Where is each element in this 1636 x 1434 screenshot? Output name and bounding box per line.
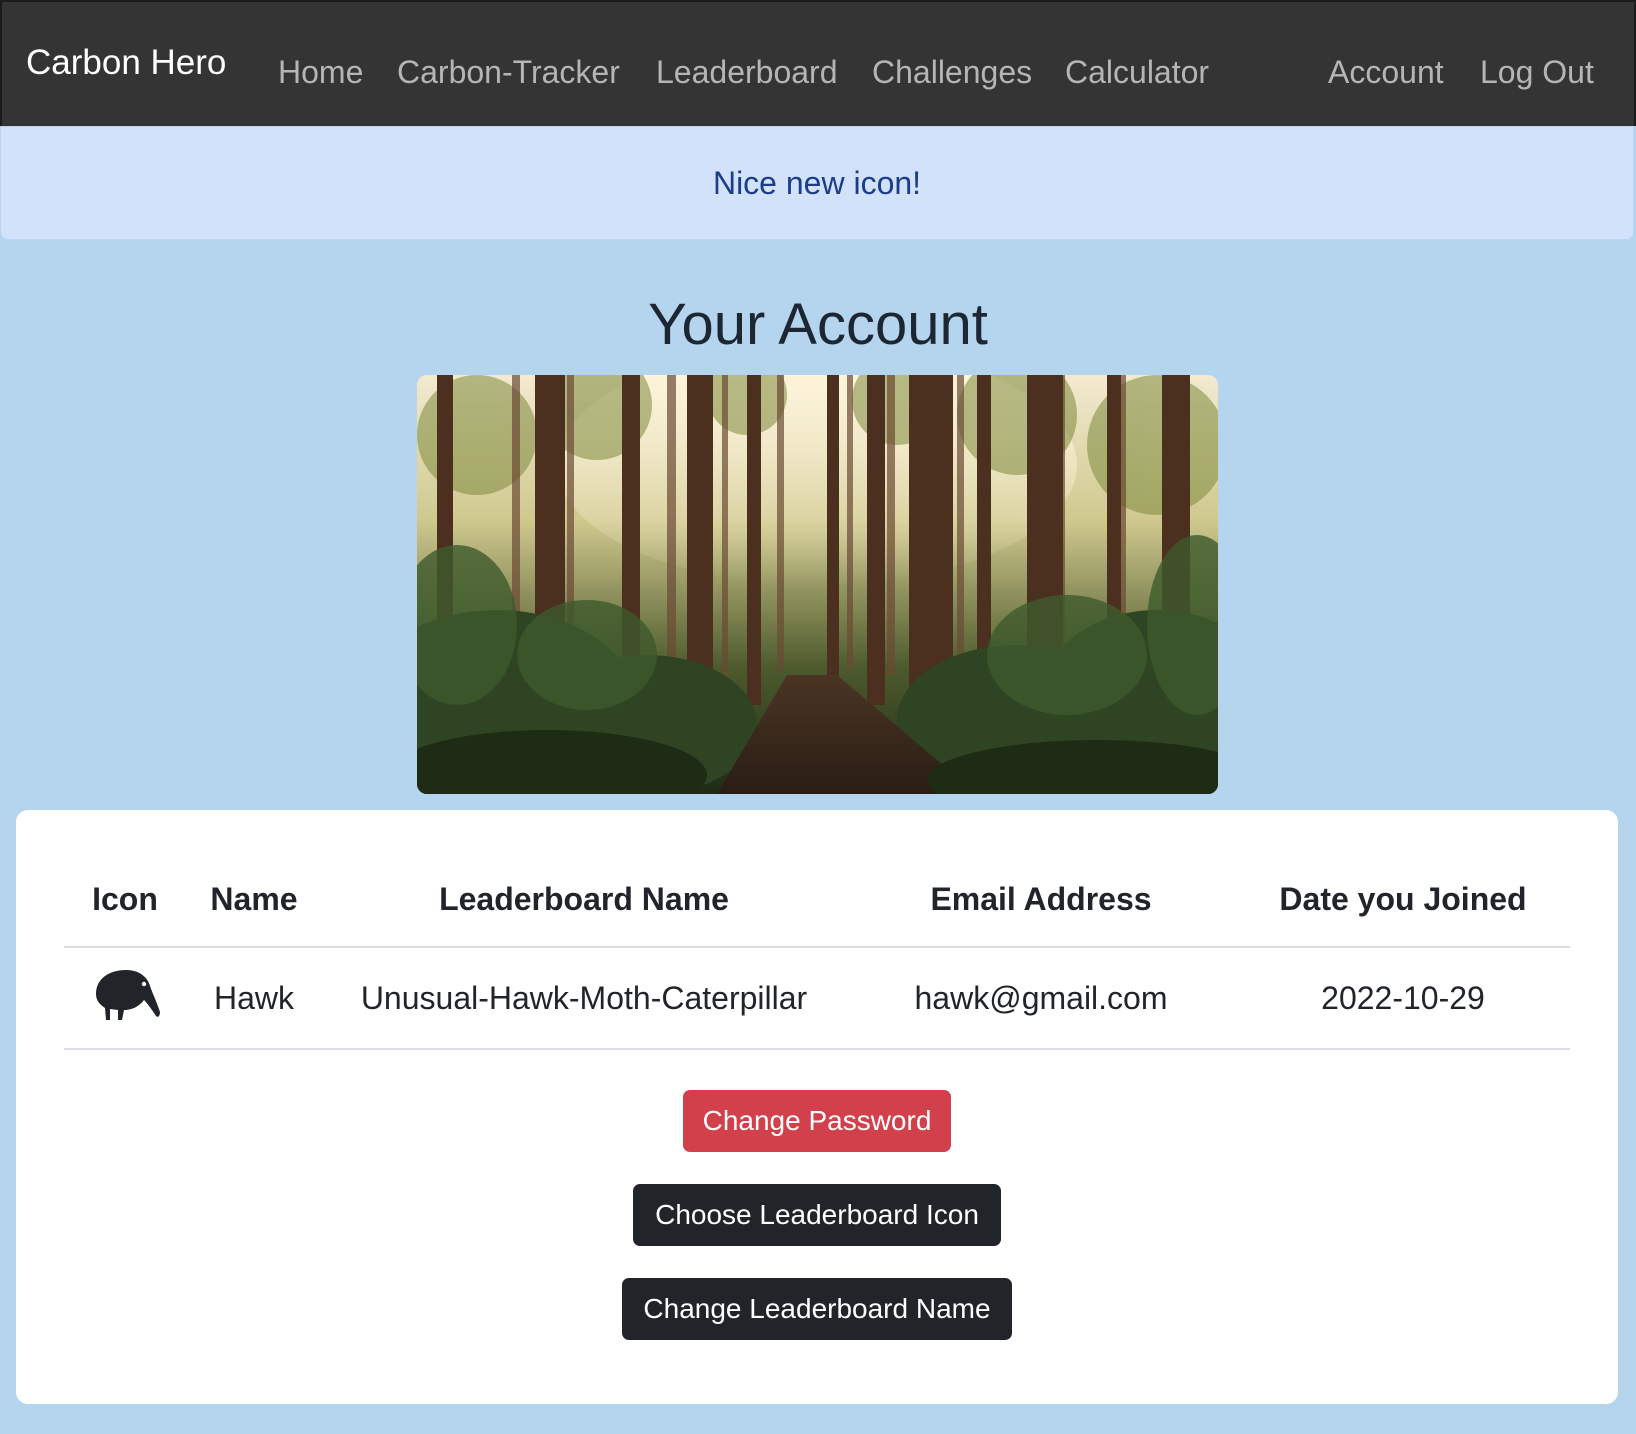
user-name-cell: Hawk [186, 947, 322, 1050]
leaderboard-name-cell: Unusual-Hawk-Moth-Caterpillar [322, 947, 846, 1050]
forest-hero-image [417, 375, 1218, 794]
email-cell: hawk@gmail.com [846, 947, 1236, 1050]
nav-link-account[interactable]: Account [1328, 52, 1444, 92]
header-date-joined: Date you Joined [1236, 852, 1570, 948]
nav-link-leaderboard[interactable]: Leaderboard [656, 52, 837, 92]
top-navbar: Carbon Hero Home Carbon-Tracker Leaderbo… [0, 0, 1636, 126]
choose-leaderboard-icon-button[interactable]: Choose Leaderboard Icon [633, 1184, 1001, 1246]
header-email-address: Email Address [846, 852, 1236, 948]
date-joined-cell: 2022-10-29 [1236, 947, 1570, 1050]
header-name: Name [186, 852, 322, 948]
header-leaderboard-name: Leaderboard Name [322, 852, 846, 948]
kiwi-bird-icon [64, 947, 186, 1050]
change-password-button[interactable]: Change Password [683, 1090, 951, 1152]
account-card: Icon Name Leaderboard Name Email Address… [16, 810, 1618, 1404]
nav-link-log-out[interactable]: Log Out [1480, 52, 1594, 92]
alert-message: Nice new icon! [712, 165, 922, 201]
page-title: Your Account [648, 292, 988, 357]
account-table: Icon Name Leaderboard Name Email Address… [64, 852, 1570, 1050]
table-header-row: Icon Name Leaderboard Name Email Address… [64, 852, 1570, 948]
brand-link[interactable]: Carbon Hero [26, 42, 226, 84]
nav-link-carbon-tracker[interactable]: Carbon-Tracker [397, 52, 620, 92]
nav-link-calculator[interactable]: Calculator [1065, 52, 1209, 92]
table-row: Hawk Unusual-Hawk-Moth-Caterpillar hawk@… [64, 947, 1570, 1050]
nav-link-challenges[interactable]: Challenges [872, 52, 1032, 92]
header-icon: Icon [64, 852, 186, 948]
nav-link-home[interactable]: Home [278, 52, 363, 92]
success-alert: Nice new icon! [0, 126, 1634, 240]
change-leaderboard-name-button[interactable]: Change Leaderboard Name [622, 1278, 1012, 1340]
